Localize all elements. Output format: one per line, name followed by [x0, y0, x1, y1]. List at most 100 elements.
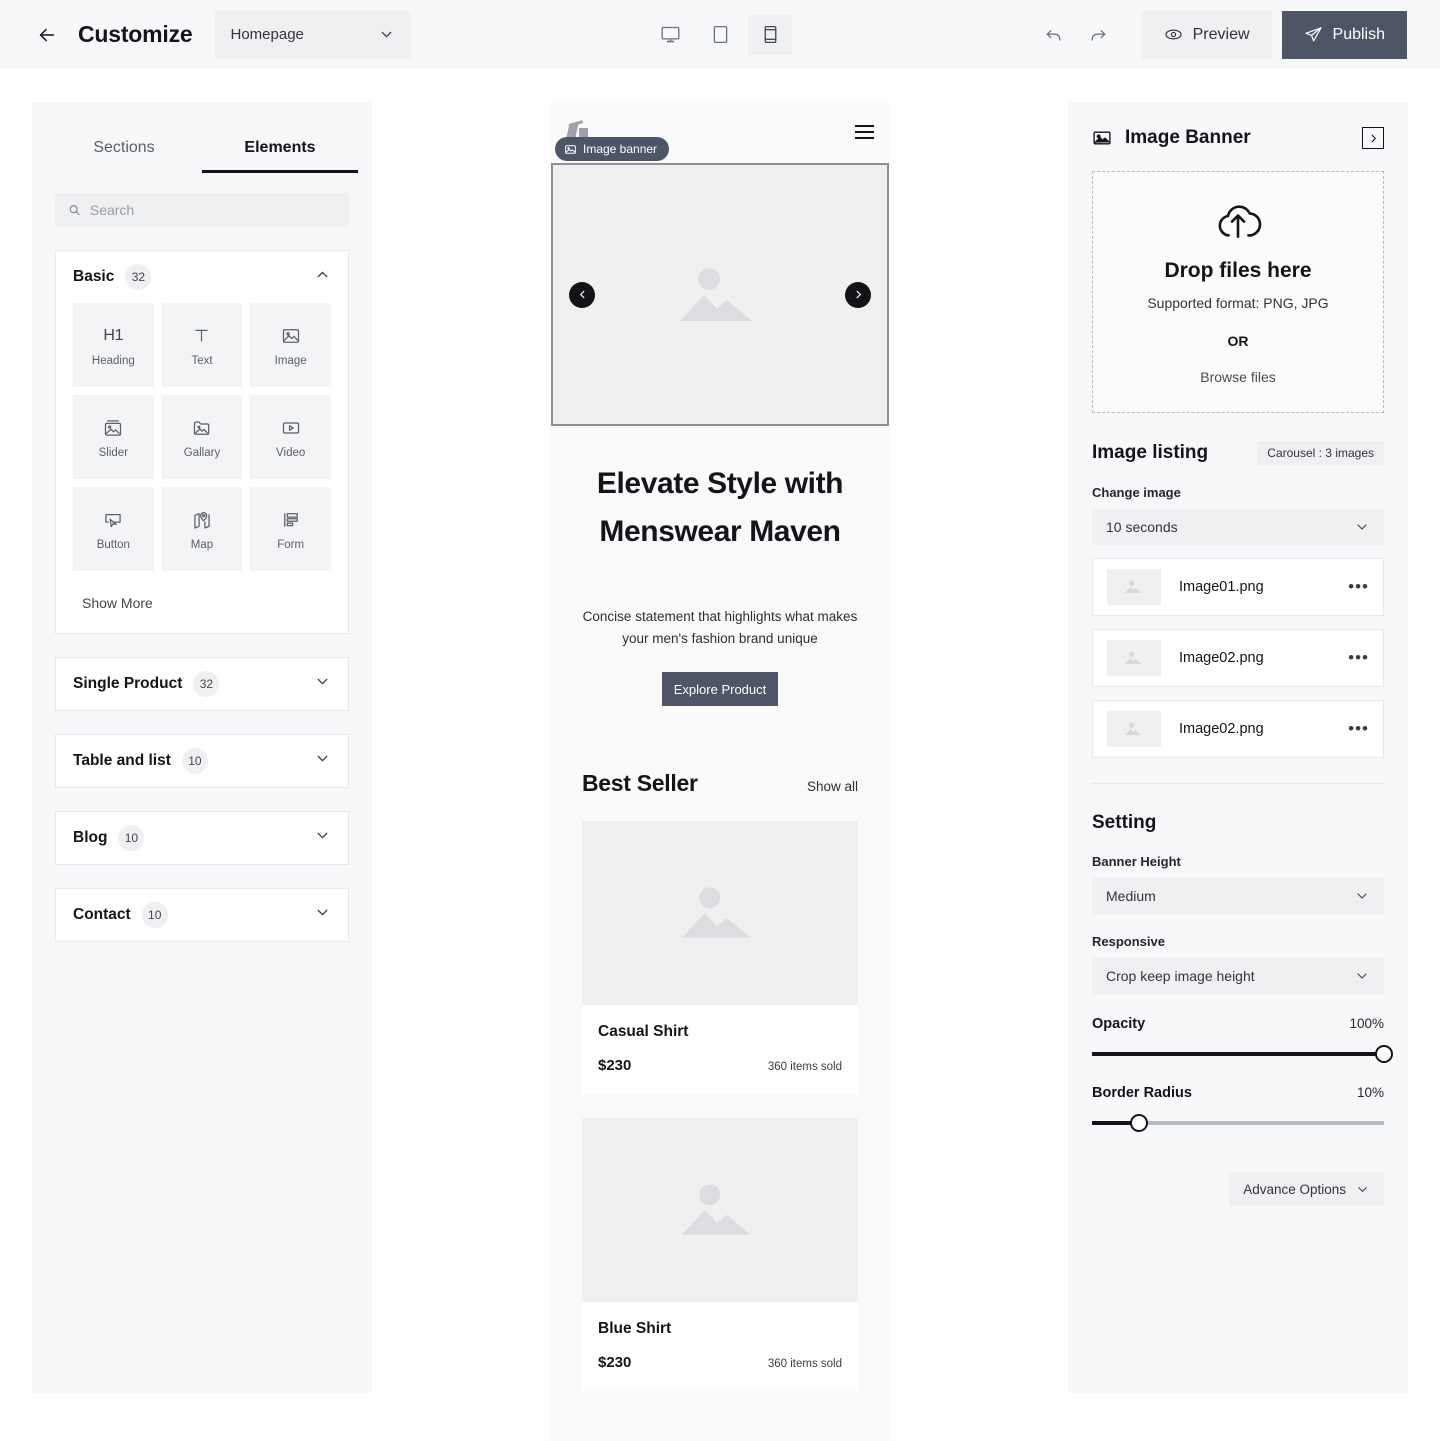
product-name: Casual Shirt	[598, 1023, 689, 1040]
hero-paragraph: Concise statement that highlights what m…	[582, 609, 858, 646]
product-card[interactable]: Blue Shirt $230 360 items sold	[582, 1118, 858, 1391]
product-card-body: Casual Shirt $230 360 items sold	[582, 1005, 858, 1094]
show-more-button[interactable]: Show More	[56, 571, 348, 633]
device-tablet-button[interactable]	[698, 15, 742, 55]
back-button[interactable]	[30, 18, 64, 52]
accordion-blog-header[interactable]: Blog 10	[56, 812, 348, 864]
redo-button[interactable]	[1076, 15, 1120, 55]
chevron-down-icon[interactable]	[314, 827, 331, 849]
image-file-name: Image02.png	[1179, 650, 1264, 666]
image-icon	[565, 144, 576, 154]
slider-fill	[1092, 1052, 1384, 1056]
slider-handle[interactable]	[1129, 1114, 1148, 1132]
desktop-icon	[661, 26, 679, 43]
device-desktop-button[interactable]	[648, 15, 692, 55]
explore-product-button[interactable]: Explore Product	[662, 672, 778, 706]
gallery-icon	[192, 416, 212, 440]
hamburger-menu-icon[interactable]	[855, 125, 874, 139]
product-card-body: Blue Shirt $230 360 items sold	[582, 1302, 858, 1391]
chevron-down-icon[interactable]	[314, 673, 331, 695]
product-meta-row: $230 360 items sold	[598, 1354, 842, 1371]
tab-sections[interactable]: Sections	[46, 139, 202, 173]
accordion-basic-count: 32	[125, 264, 152, 290]
element-label: Map	[190, 538, 214, 551]
accordion-basic: Basic 32 H1 Heading Text Image Slider Ga…	[55, 250, 349, 634]
setting-title: Setting	[1092, 812, 1157, 833]
element-form[interactable]: Form	[250, 487, 331, 571]
element-map[interactable]: Map	[161, 487, 243, 571]
image-banner-block[interactable]	[551, 163, 889, 426]
tab-elements[interactable]: Elements	[202, 139, 358, 173]
more-horizontal-icon[interactable]: •••	[1348, 719, 1369, 739]
opacity-slider[interactable]	[1092, 1045, 1393, 1063]
image-list-item[interactable]: Image02.png •••	[1092, 700, 1384, 758]
hero-heading-line-1: Elevate Style with	[596, 467, 844, 500]
undo-icon	[1046, 29, 1061, 41]
accordion-count: 32	[193, 671, 220, 697]
chevron-down-icon[interactable]	[314, 750, 331, 772]
border-radius-slider[interactable]	[1092, 1114, 1384, 1132]
inspector-expand-button[interactable]	[1362, 127, 1384, 149]
accordion-single-product: Single Product 32	[55, 657, 349, 711]
carousel-count-badge: Carousel : 3 images	[1257, 441, 1384, 465]
change-image-value: 10 seconds	[1106, 519, 1178, 535]
show-all-link[interactable]: Show all	[807, 779, 858, 794]
more-horizontal-icon[interactable]: •••	[1348, 648, 1369, 668]
accordion-blog: Blog 10	[55, 811, 349, 865]
heading-h1-icon: H1	[103, 326, 124, 344]
element-grid: H1 Heading Text Image Slider Gallary Vid…	[56, 303, 348, 571]
best-seller-title: Best Seller	[582, 770, 698, 796]
image-list-item[interactable]: Image02.png •••	[1092, 629, 1384, 687]
responsive-select[interactable]: Crop keep image height	[1092, 958, 1384, 994]
search-field[interactable]	[55, 193, 349, 227]
element-video[interactable]: Video	[250, 395, 331, 479]
browse-files-link[interactable]: Browse files	[1200, 369, 1275, 385]
banner-height-select[interactable]: Medium	[1092, 878, 1384, 914]
accordion-table-and-list-header[interactable]: Table and list 10	[56, 735, 348, 787]
accordion-single-product-header[interactable]: Single Product 32	[56, 658, 348, 710]
element-label: Heading	[91, 354, 135, 367]
slider-handle[interactable]	[1375, 1045, 1393, 1063]
product-card[interactable]: Casual Shirt $230 360 items sold	[582, 821, 858, 1094]
file-dropzone[interactable]: Drop files here Supported format: PNG, J…	[1092, 171, 1384, 413]
image-list-item[interactable]: Image01.png •••	[1092, 558, 1384, 616]
best-seller-header: Best Seller Show all	[550, 706, 890, 797]
preview-button[interactable]: Preview	[1141, 10, 1272, 59]
element-gallary[interactable]: Gallary	[161, 395, 243, 479]
product-sold-count: 360 items sold	[767, 1358, 842, 1370]
preview-label: Preview	[1192, 25, 1250, 43]
carousel-next-button[interactable]	[845, 281, 871, 308]
tablet-icon	[713, 25, 727, 44]
change-image-label: Change image	[1092, 485, 1181, 500]
element-heading[interactable]: H1 Heading	[73, 303, 154, 387]
publish-button[interactable]: Publish	[1281, 10, 1407, 59]
element-button[interactable]: Button	[73, 487, 154, 571]
image-listing-header: Image listing Carousel : 3 images	[1068, 413, 1408, 465]
element-image[interactable]: Image	[250, 303, 331, 387]
mobile-icon	[764, 25, 776, 44]
selected-section-badge[interactable]: Image banner	[555, 137, 670, 161]
change-image-select[interactable]: 10 seconds	[1092, 509, 1384, 545]
accordion-contact-header[interactable]: Contact 10	[56, 889, 348, 941]
carousel-prev-button[interactable]	[569, 281, 595, 308]
chevron-up-icon[interactable]	[314, 266, 331, 288]
product-sold-count: 360 items sold	[767, 1061, 842, 1073]
accordion-contact: Contact 10	[55, 888, 349, 942]
advance-options-button[interactable]: Advance Options	[1229, 1172, 1384, 1206]
responsive-label: Responsive	[1092, 934, 1165, 949]
product-image-placeholder	[582, 1118, 858, 1302]
setting-header: Setting	[1068, 784, 1408, 834]
image-file-name: Image02.png	[1179, 721, 1264, 737]
undo-button[interactable]	[1032, 15, 1076, 55]
search-input[interactable]	[89, 202, 336, 218]
page-selector[interactable]: Homepage	[214, 10, 411, 59]
device-mobile-button[interactable]	[748, 14, 792, 55]
element-slider[interactable]: Slider	[73, 395, 154, 479]
more-horizontal-icon[interactable]: •••	[1348, 577, 1369, 597]
border-radius-row: Border Radius 10%	[1068, 1063, 1408, 1101]
chevron-down-icon[interactable]	[314, 904, 331, 926]
responsive-value: Crop keep image height	[1106, 968, 1255, 984]
opacity-label: Opacity	[1092, 1016, 1146, 1032]
element-text[interactable]: Text	[161, 303, 243, 387]
accordion-basic-header[interactable]: Basic 32	[56, 251, 348, 303]
